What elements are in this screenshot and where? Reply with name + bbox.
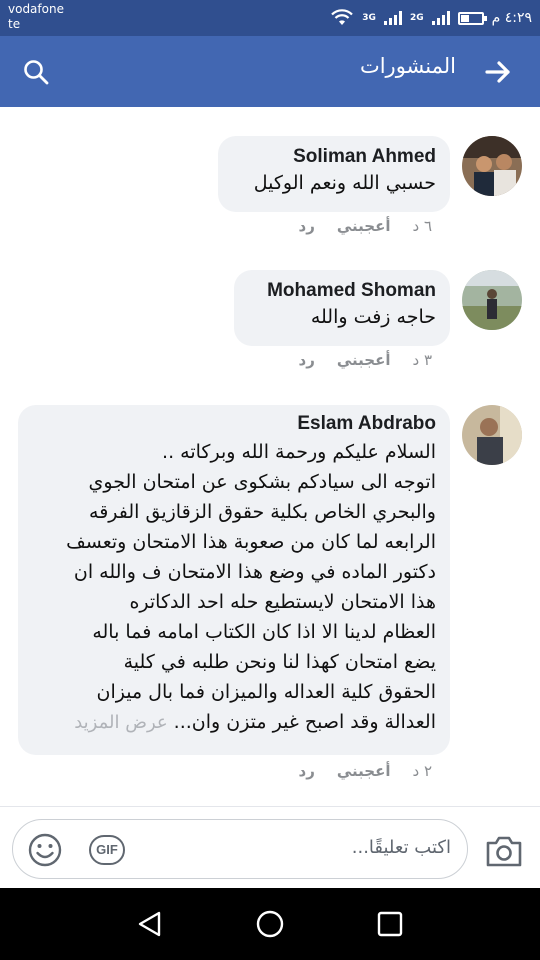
comment-last-line: العدالة وقد اصبح غير متزن وان... عرض الم…: [32, 707, 436, 738]
page-title: المنشورات: [359, 54, 456, 78]
comment-composer: اكتب تعليقًا... GIF: [0, 806, 540, 888]
status-bar: vodafone te 3G 2G ٤:٢٩ م: [0, 0, 540, 36]
wifi-icon: [331, 9, 354, 25]
comment-bubble[interactable]: Eslam Abdrabo السلام عليكم ورحمة الله وب…: [18, 405, 450, 755]
emoji-icon[interactable]: [27, 832, 63, 868]
search-icon[interactable]: [22, 58, 50, 86]
app-header: المنشورات: [0, 36, 540, 107]
comment-text: حاجه زفت والله: [310, 306, 436, 328]
like-button[interactable]: أعجبني: [337, 762, 391, 780]
comment-line: الحقوق كلية العداله والميزان فما بال ميز…: [96, 681, 437, 703]
like-button[interactable]: أعجبني: [337, 217, 391, 235]
comment-actions: ٣ د أعجبني رد: [299, 351, 432, 369]
reply-button[interactable]: رد: [299, 351, 315, 369]
reply-button[interactable]: رد: [299, 762, 315, 780]
comment-line: والبحري الخاص بكلية حقوق الزقازيق الفرقه: [89, 501, 436, 523]
avatar[interactable]: [462, 136, 522, 196]
clock: ٤:٢٩ م: [491, 10, 532, 26]
comment-bubble[interactable]: Soliman Ahmed حسبي الله ونعم الوكيل: [218, 136, 450, 212]
nav-back-icon[interactable]: [134, 908, 166, 940]
carrier-name: vodafone te: [8, 2, 64, 32]
signal-icon: [383, 11, 402, 25]
gif-icon[interactable]: GIF: [89, 835, 125, 865]
status-icons: 3G 2G ٤:٢٩ م: [330, 8, 532, 28]
nav-recent-apps-icon[interactable]: [374, 908, 406, 940]
comment-time: ٦ د: [412, 217, 432, 235]
like-button[interactable]: أعجبني: [337, 351, 391, 369]
camera-icon[interactable]: [484, 833, 524, 869]
see-more-link[interactable]: عرض المزيد: [74, 712, 167, 733]
comment-line: العظام لدينا الا اذا كان الكتاب امامه فم…: [92, 621, 436, 643]
network-type-2: 2G: [409, 13, 424, 23]
comment-line: دكتور الماده في وضع هذا الامتحان ف والله…: [73, 561, 436, 583]
arrow-right-icon[interactable]: [484, 58, 512, 86]
comment-actions: ٦ د أعجبني رد: [299, 217, 432, 235]
system-nav-bar: [0, 888, 540, 960]
nav-home-icon[interactable]: [254, 908, 286, 940]
network-type-1: 3G: [362, 13, 376, 23]
avatar[interactable]: [462, 405, 522, 465]
comment-text: حسبي الله ونعم الوكيل: [253, 172, 436, 194]
comments-list: Soliman Ahmed حسبي الله ونعم الوكيل ٦ د …: [0, 107, 540, 807]
comment-line: العدالة وقد اصبح غير متزن وان...: [173, 711, 436, 733]
reply-button[interactable]: رد: [299, 217, 315, 235]
battery-icon: [457, 11, 487, 25]
comment-author[interactable]: Soliman Ahmed: [232, 146, 436, 168]
comment-line: اتوجه الى سيادكم بشكوى عن امتحان الجوي: [88, 471, 436, 493]
comment-placeholder: اكتب تعليقًا...: [351, 837, 451, 858]
carrier-line-2: te: [8, 17, 21, 31]
comment-bubble[interactable]: Mohamed Shoman حاجه زفت والله: [234, 270, 450, 346]
comment-input[interactable]: اكتب تعليقًا... GIF: [12, 819, 468, 879]
signal-icon-2: [431, 11, 450, 25]
comment-author[interactable]: Eslam Abdrabo: [32, 413, 436, 435]
comment-actions: ٢ د أعجبني رد: [299, 762, 432, 780]
carrier-line-1: vodafone: [8, 2, 64, 16]
comment-line: الرابعه لما كان من صعوبة هذا الامتحان وت…: [66, 531, 436, 553]
comment-time: ٣ د: [412, 351, 432, 369]
comment-line: يضع امتحان كهذا لنا ونحن طلبه في كلية: [123, 651, 436, 673]
comment-line: هذا الامتحان لايستطيع حله احد الدكاتره: [129, 591, 436, 613]
avatar[interactable]: [462, 270, 522, 330]
comment-time: ٢ د: [412, 762, 432, 780]
comment-author[interactable]: Mohamed Shoman: [248, 280, 436, 302]
comment-line: السلام عليكم ورحمة الله وبركاته ..: [162, 441, 436, 463]
